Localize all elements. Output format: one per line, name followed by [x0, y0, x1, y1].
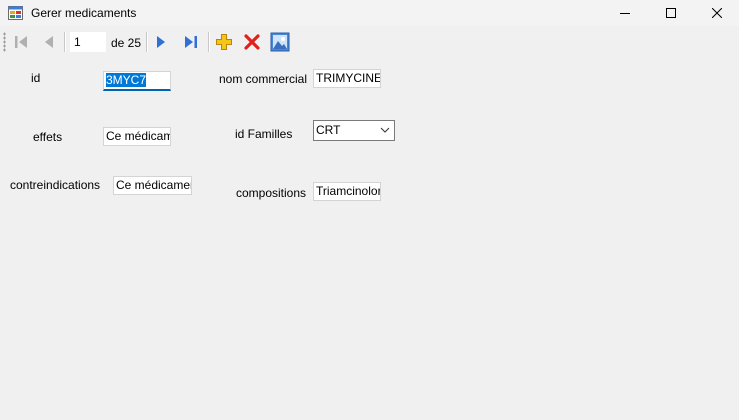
id-field[interactable]: 3MYC7 — [103, 71, 171, 91]
image-button[interactable] — [269, 31, 291, 53]
id-label: id — [31, 71, 41, 85]
move-first-button[interactable] — [10, 31, 32, 53]
contreindications-label: contreindications — [10, 178, 101, 192]
close-button[interactable] — [694, 0, 739, 26]
close-icon — [712, 8, 722, 18]
delete-button[interactable] — [241, 31, 263, 53]
delete-icon — [244, 34, 260, 50]
image-icon — [270, 32, 290, 52]
maximize-button[interactable] — [648, 0, 694, 26]
effets-value: Ce médicame — [106, 129, 170, 143]
binding-navigator: de 25 — [0, 28, 739, 56]
window-title: Gerer medicaments — [31, 6, 137, 20]
move-first-icon — [15, 36, 27, 48]
move-last-icon — [185, 36, 197, 48]
minimize-icon — [620, 13, 630, 14]
id-familles-value: CRT — [316, 123, 341, 137]
nom-commercial-value: TRIMYCINE — [316, 71, 381, 85]
move-previous-button[interactable] — [38, 31, 60, 53]
move-next-icon — [157, 36, 165, 48]
add-new-button[interactable] — [213, 31, 235, 53]
toolbar-separator — [146, 32, 147, 52]
id-familles-combobox[interactable]: CRT — [313, 120, 395, 141]
effets-field[interactable]: Ce médicame — [103, 127, 171, 146]
id-value: 3MYC7 — [106, 73, 147, 87]
id-familles-label: id Familles — [235, 127, 293, 141]
toolbar-separator — [208, 32, 209, 52]
compositions-label: compositions — [236, 186, 307, 200]
move-next-button[interactable] — [150, 31, 172, 53]
toolbar-grip[interactable] — [3, 32, 6, 52]
chevron-down-icon — [380, 127, 390, 133]
effets-label: effets — [33, 130, 63, 144]
position-input[interactable] — [70, 32, 106, 52]
compositions-value: Triamcinolone — [316, 184, 380, 198]
contreindications-value: Ce médicament — [116, 178, 192, 192]
move-last-button[interactable] — [180, 31, 202, 53]
nom-commercial-field[interactable]: TRIMYCINE — [313, 69, 381, 88]
title-bar: Gerer medicaments — [0, 0, 739, 26]
maximize-icon — [666, 8, 676, 18]
contreindications-field[interactable]: Ce médicament — [113, 176, 192, 195]
nom-commercial-label: nom commercial — [219, 72, 308, 86]
move-previous-icon — [45, 36, 53, 48]
app-icon — [8, 6, 23, 20]
minimize-button[interactable] — [602, 0, 648, 26]
toolbar-separator — [64, 32, 65, 52]
count-label: de 25 — [111, 36, 142, 50]
compositions-field[interactable]: Triamcinolone — [313, 182, 381, 201]
add-icon — [216, 34, 232, 50]
